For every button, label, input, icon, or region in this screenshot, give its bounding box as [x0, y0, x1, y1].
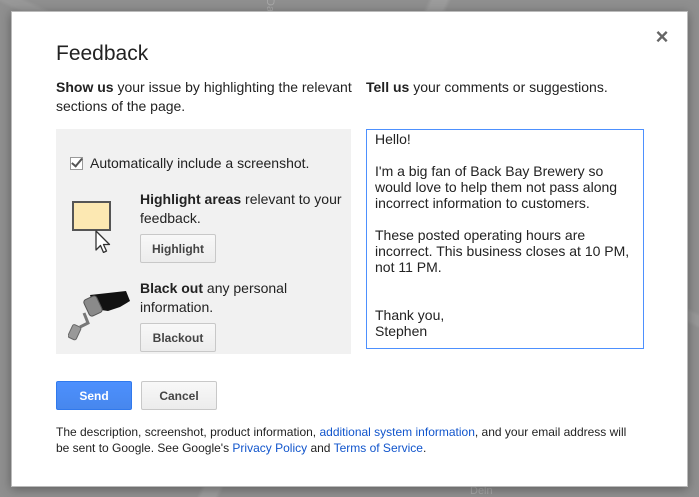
- cancel-button[interactable]: Cancel: [141, 381, 217, 410]
- dialog-title: Feedback: [56, 42, 149, 65]
- paint-roller-icon: [68, 291, 130, 341]
- feedback-dialog: × Feedback Show us your issue by highlig…: [11, 11, 688, 487]
- blackout-bold: Black out: [140, 280, 204, 296]
- additional-system-info-link[interactable]: additional system information: [319, 425, 474, 439]
- tell-us-text: your comments or suggestions.: [409, 79, 608, 95]
- highlight-button[interactable]: Highlight: [140, 234, 216, 263]
- highlight-description: Highlight areas relevant to your feedbac…: [140, 190, 345, 228]
- footer-text: and: [307, 441, 334, 455]
- tell-us-bold: Tell us: [366, 79, 410, 95]
- close-icon[interactable]: ×: [653, 26, 671, 48]
- comments-textarea[interactable]: Hello! I'm a big fan of Back Bay Brewery…: [366, 129, 644, 349]
- show-us-bold: Show us: [56, 79, 114, 95]
- show-us-instructions: Show us your issue by highlighting the r…: [56, 78, 356, 116]
- blackout-button[interactable]: Blackout: [140, 323, 216, 352]
- highlight-icon: [72, 201, 111, 253]
- footer-text: The description, screenshot, product inf…: [56, 425, 320, 439]
- screenshot-checkbox[interactable]: [70, 156, 83, 170]
- blackout-description: Black out any personal information.: [140, 279, 345, 317]
- tell-us-instructions: Tell us your comments or suggestions.: [366, 78, 666, 97]
- footer-disclaimer: The description, screenshot, product inf…: [56, 424, 636, 456]
- highlight-swatch: [72, 201, 111, 231]
- screenshot-checkbox-row[interactable]: Automatically include a screenshot.: [70, 155, 309, 171]
- tools-panel: Automatically include a screenshot. High…: [56, 129, 351, 354]
- screenshot-checkbox-label: Automatically include a screenshot.: [90, 155, 310, 171]
- terms-of-service-link[interactable]: Terms of Service: [334, 441, 423, 455]
- privacy-policy-link[interactable]: Privacy Policy: [232, 441, 307, 455]
- footer-text: .: [422, 441, 427, 455]
- highlight-bold: Highlight areas: [140, 191, 242, 207]
- send-button[interactable]: Send: [56, 381, 132, 410]
- cursor-icon: [95, 230, 111, 253]
